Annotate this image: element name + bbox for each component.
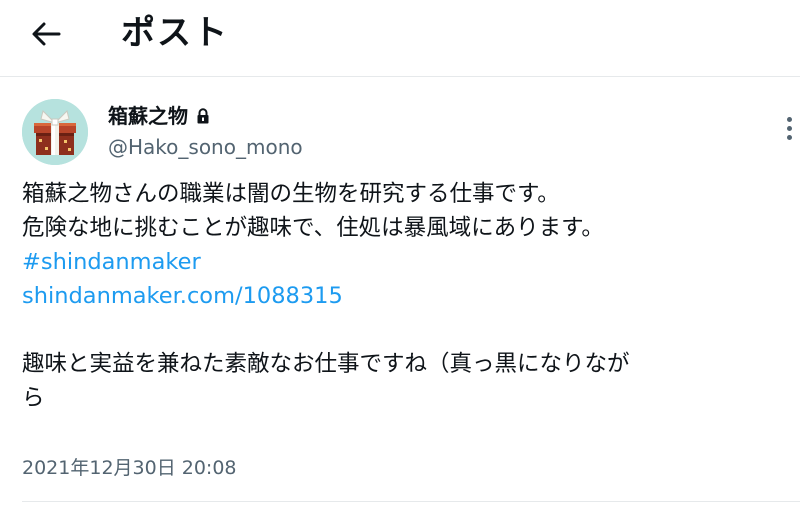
hashtag-link[interactable]: #shindanmaker — [22, 245, 792, 279]
tweet-text-line: 箱蘇之物さんの職業は闇の生物を研究する仕事です。 — [22, 181, 560, 207]
lock-icon — [197, 108, 209, 124]
tweet-text-line: 趣味と実益を兼ねた素敵なお仕事ですね（真っ黒になりなが — [22, 351, 630, 377]
url-link[interactable]: shindanmaker.com/1088315 — [22, 279, 792, 313]
avatar[interactable] — [22, 99, 88, 165]
divider — [22, 501, 800, 502]
tweet: 箱蘇之物 @Hako_sono_mono 箱蘇之物さんの職業は闇の生物を研究する… — [0, 77, 800, 507]
header-bar: ポスト — [0, 0, 800, 77]
gift-box-avatar-icon — [22, 99, 88, 165]
tweet-timestamp[interactable]: 2021年12月30日 20:08 — [22, 454, 237, 482]
tweet-text: 箱蘇之物さんの職業は闇の生物を研究する仕事です。 危険な地に挑むことが趣味で、住… — [22, 177, 792, 415]
more-options-button[interactable] — [778, 111, 800, 145]
more-options-icon-dot — [786, 134, 792, 140]
author-display-name[interactable]: 箱蘇之物 — [108, 103, 210, 129]
page-title: ポスト — [121, 13, 229, 53]
display-name-text: 箱蘇之物 — [108, 104, 188, 128]
author-handle[interactable]: @Hako_sono_mono — [108, 134, 303, 160]
more-options-icon-dot — [786, 125, 792, 131]
tweet-text-line: ら — [22, 385, 45, 411]
more-options-icon — [786, 116, 792, 122]
back-button[interactable] — [26, 14, 66, 54]
arrow-left-icon — [32, 22, 61, 46]
tweet-text-line: 危険な地に挑むことが趣味で、住処は暴風域にあります。 — [22, 215, 604, 241]
